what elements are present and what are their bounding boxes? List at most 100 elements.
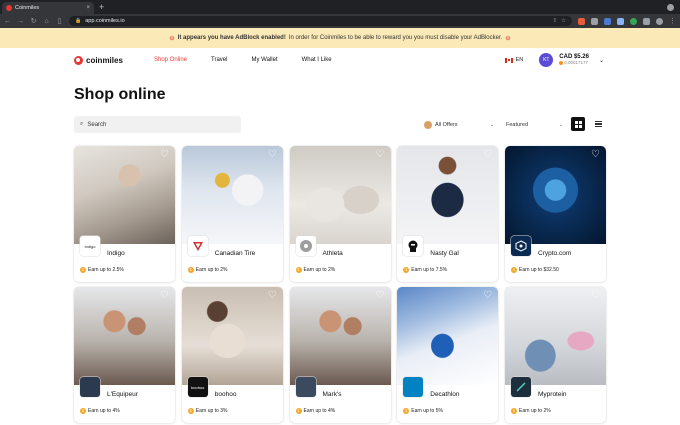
store-logo bbox=[80, 377, 100, 397]
url-text: app.coinmiles.io bbox=[85, 18, 125, 24]
store-logo bbox=[403, 236, 424, 256]
store-name: Nasty Gal bbox=[430, 250, 459, 257]
warning-icon: ⊖ bbox=[169, 35, 175, 42]
coin-icon: $ bbox=[187, 266, 194, 273]
grid-view-button[interactable] bbox=[571, 117, 585, 131]
store-image bbox=[74, 287, 175, 385]
earn-text: Earn up to 2% bbox=[195, 266, 228, 273]
extension-icon[interactable] bbox=[617, 17, 624, 25]
reload-icon[interactable]: ↻ bbox=[30, 17, 37, 25]
store-card-canadian-tire[interactable]: ♡ Canadian Tire $ Earn up to 2% bbox=[181, 146, 283, 282]
store-card-nasty-gal[interactable]: ♡ Nasty Gal $ Earn up to 7.5% bbox=[397, 146, 499, 282]
avatar[interactable]: KT bbox=[539, 53, 554, 67]
heart-icon[interactable]: ♡ bbox=[376, 150, 385, 160]
earn-text: Earn up to 5% bbox=[411, 407, 443, 414]
list-view-button[interactable] bbox=[591, 117, 605, 131]
heart-icon[interactable]: ♡ bbox=[160, 150, 169, 160]
offers-filter-dropdown[interactable]: All Offers ⌄ bbox=[424, 118, 494, 131]
address-bar[interactable]: 🔒 app.coinmiles.io ⇪ ☆ bbox=[69, 16, 572, 26]
earn-text: Earn up to 4% bbox=[303, 407, 336, 414]
earn-text: Earn up to 7.5% bbox=[411, 266, 448, 273]
share-icon[interactable]: ⇪ bbox=[552, 18, 557, 24]
store-card-indigo[interactable]: ♡ Indigo Indigo $ Earn up to 2.5% bbox=[74, 146, 175, 282]
store-card-myprotein[interactable]: ♡ Myprotein $ Earn up to 2% bbox=[505, 287, 606, 423]
puzzle-icon[interactable] bbox=[643, 17, 650, 25]
store-image bbox=[74, 146, 175, 244]
heart-icon[interactable]: ♡ bbox=[160, 291, 169, 301]
store-name: Mark's bbox=[322, 391, 342, 398]
nasty-gal-logo-icon bbox=[408, 240, 418, 252]
earn-text: Earn up to 3% bbox=[195, 407, 228, 414]
nav-what-i-like[interactable]: What I Like bbox=[302, 57, 332, 63]
offers-label: All Offers bbox=[435, 121, 458, 128]
nav-my-wallet[interactable]: My Wallet bbox=[251, 57, 277, 63]
warning-icon: ⊖ bbox=[505, 35, 511, 42]
earn-text: Earn up to 2.5% bbox=[88, 266, 124, 273]
coin-icon: $ bbox=[511, 407, 517, 414]
chevron-down-icon: ⌄ bbox=[489, 121, 494, 128]
balance-btc-row: 0.00017177 bbox=[559, 60, 589, 66]
back-icon[interactable]: ← bbox=[4, 18, 11, 25]
extension-icon[interactable] bbox=[604, 17, 611, 25]
store-image bbox=[289, 287, 391, 385]
canadian-tire-logo-icon bbox=[192, 242, 203, 251]
store-logo-text: boohoo bbox=[191, 384, 205, 390]
heart-icon[interactable]: ♡ bbox=[591, 150, 600, 160]
star-icon[interactable]: ☆ bbox=[561, 18, 566, 24]
store-card-decathlon[interactable]: ♡ Decathlon $ Earn up to 5% bbox=[397, 287, 499, 423]
store-name: L'Equipeur bbox=[107, 391, 138, 398]
profile-icon[interactable] bbox=[656, 17, 663, 25]
store-image bbox=[181, 287, 283, 385]
browser-toolbar: ← → ↻ ⌂ ▯ 🔒 app.coinmiles.io ⇪ ☆ ⋮ bbox=[0, 14, 680, 28]
nav-travel[interactable]: Travel bbox=[211, 57, 227, 63]
earn-badge: $ Earn up to 3% bbox=[187, 406, 228, 415]
browser-tab[interactable]: Coinmiles × bbox=[2, 2, 94, 14]
heart-icon[interactable]: ♡ bbox=[483, 291, 492, 301]
menu-icon[interactable]: ⋮ bbox=[669, 17, 676, 25]
tab-title: Coinmiles bbox=[15, 5, 40, 11]
heart-icon[interactable]: ♡ bbox=[268, 150, 277, 160]
heart-icon[interactable]: ♡ bbox=[591, 291, 600, 301]
new-tab-button[interactable]: + bbox=[99, 2, 104, 12]
heart-icon[interactable]: ♡ bbox=[268, 291, 277, 301]
site-header: coinmiles Shop Online Travel My Wallet W… bbox=[0, 48, 680, 72]
heart-icon[interactable]: ♡ bbox=[483, 150, 492, 160]
window-control-icon[interactable] bbox=[667, 3, 674, 11]
bookmark-icon[interactable]: ▯ bbox=[56, 17, 63, 25]
search-icon: ⌕ bbox=[80, 121, 84, 127]
store-card-lequipeur[interactable]: ♡ L'Equipeur $ Earn up to 4% bbox=[74, 287, 175, 423]
store-image bbox=[181, 146, 283, 244]
list-icon bbox=[594, 121, 602, 123]
coin-icon: $ bbox=[295, 266, 302, 273]
store-card-athleta[interactable]: ♡ Athleta $ Earn up to 2% bbox=[289, 146, 391, 282]
store-logo-text: Indigo bbox=[84, 243, 96, 249]
language-selector[interactable]: EN bbox=[504, 57, 523, 63]
heart-icon[interactable]: ♡ bbox=[376, 291, 385, 301]
store-card-marks[interactable]: ♡ Mark's $ Earn up to 4% bbox=[289, 287, 391, 423]
store-card-boohoo[interactable]: ♡ boohoo boohoo $ Earn up to 3% bbox=[181, 287, 283, 423]
sort-dropdown[interactable]: Featured ⌄ bbox=[503, 118, 563, 131]
forward-icon[interactable]: → bbox=[17, 18, 24, 25]
chevron-down-icon[interactable]: ⌄ bbox=[599, 57, 604, 64]
store-card-crypto-com[interactable]: ♡ Crypto.com $ Earn up to $32.50 bbox=[505, 146, 606, 282]
sort-label: Featured bbox=[506, 121, 529, 128]
tab-close-icon[interactable]: × bbox=[86, 5, 90, 11]
extension-icon[interactable] bbox=[630, 17, 637, 25]
home-icon[interactable]: ⌂ bbox=[43, 18, 50, 25]
nav-shop-online[interactable]: Shop Online bbox=[154, 57, 187, 63]
coin-icon: $ bbox=[187, 407, 194, 414]
balance[interactable]: CAD $5.26 0.00017177 bbox=[559, 54, 589, 66]
coinmiles-favicon-icon bbox=[6, 5, 12, 11]
store-name: Athleta bbox=[322, 250, 343, 257]
extension-icon[interactable] bbox=[591, 17, 598, 25]
brave-shield-icon[interactable] bbox=[578, 17, 585, 25]
coinmiles-logo-icon bbox=[74, 55, 83, 65]
store-name: Canadian Tire bbox=[214, 250, 256, 257]
coinmiles-logo[interactable]: coinmiles bbox=[74, 55, 154, 65]
earn-badge: $ Earn up to 7.5% bbox=[403, 265, 447, 274]
search-input[interactable]: ⌕ Search bbox=[74, 116, 241, 133]
coin-icon: $ bbox=[511, 266, 517, 273]
earn-badge: $ Earn up to 2% bbox=[511, 406, 551, 415]
store-grid: ♡ Indigo Indigo $ Earn up to 2.5% ♡ Canad… bbox=[74, 146, 606, 423]
earn-text: Earn up to 2% bbox=[519, 407, 551, 414]
